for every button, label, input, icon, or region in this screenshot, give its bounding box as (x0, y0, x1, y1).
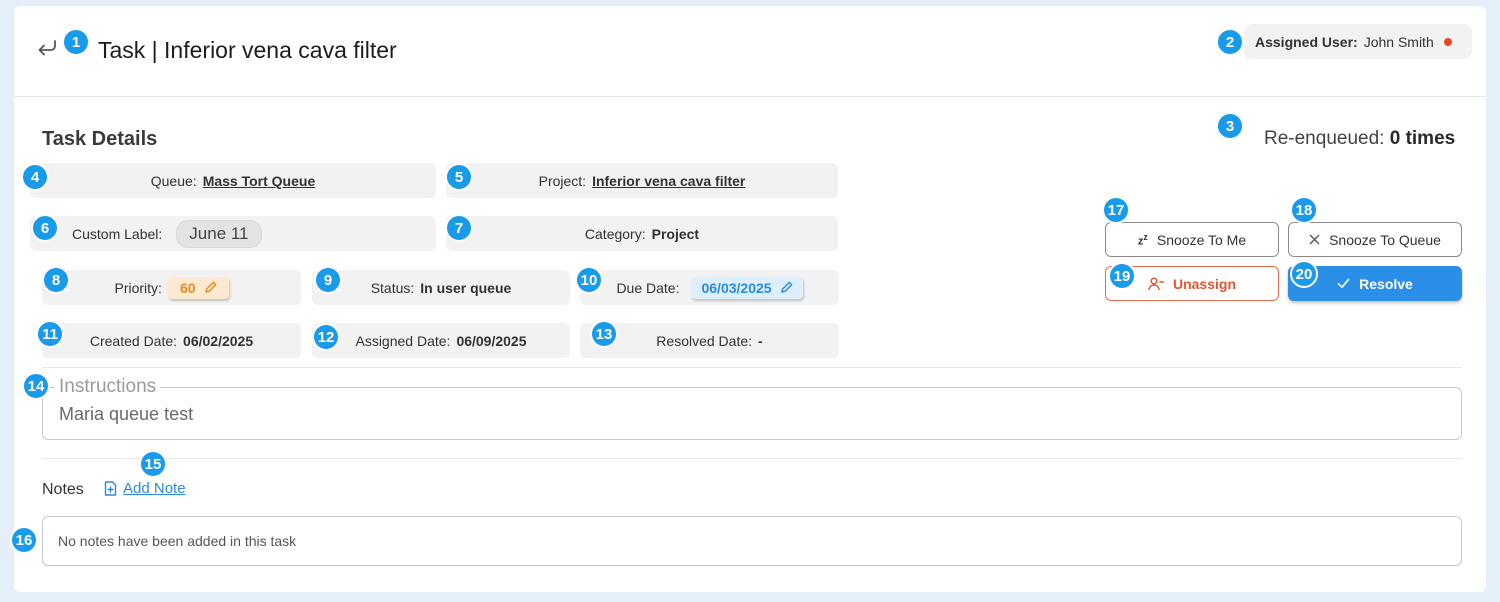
assigned-date-label: Assigned Date: (355, 332, 451, 349)
annotation-badge: 14 (22, 372, 50, 400)
assigned-user-label: Assigned User: (1255, 33, 1358, 50)
edit-pencil-icon (204, 281, 216, 293)
add-note-label: Add Note (123, 480, 186, 497)
reenqueued-label: Re-enqueued: (1264, 128, 1385, 149)
resolved-date-label: Resolved Date: (656, 332, 753, 349)
custom-label-label: Custom Label: (72, 225, 163, 242)
status-dot-icon (1443, 37, 1452, 46)
snooze-to-me-label: Snooze To Me (1156, 231, 1247, 248)
annotation-badge: 3 (1216, 112, 1244, 140)
annotation-badge: 15 (139, 450, 167, 478)
annotation-badge: 20 (1290, 260, 1318, 288)
annotation-badge: 7 (445, 214, 473, 242)
section-title: Task Details (42, 128, 158, 150)
back-arrow-icon[interactable] (36, 36, 58, 58)
reenqueued-value: 0 times (1389, 128, 1456, 149)
add-document-icon (104, 481, 117, 496)
queue-link[interactable]: Mass Tort Queue (203, 173, 316, 189)
category-field: Category: Project (446, 216, 838, 251)
user-remove-icon (1148, 277, 1164, 290)
instructions-field: Instructions Maria queue test (42, 376, 1462, 440)
resolved-date-field: Resolved Date: - (580, 323, 839, 358)
annotation-badge: 12 (312, 323, 340, 351)
queue-field: Queue: Mass Tort Queue (30, 163, 436, 198)
snooze-to-queue-label: Snooze To Queue (1329, 231, 1441, 248)
page-title: Task | Inferior vena cava filter (98, 37, 397, 63)
priority-value: 60 (179, 279, 196, 296)
project-label: Project: (538, 172, 587, 189)
queue-label: Queue: (150, 172, 197, 189)
unassign-label: Unassign (1172, 275, 1236, 292)
assigned-user-name: John Smith (1363, 33, 1434, 50)
snooze-to-queue-button[interactable]: Snooze To Queue (1288, 222, 1462, 257)
priority-pill[interactable]: 60 (167, 276, 229, 299)
annotation-badge: 5 (445, 163, 473, 191)
snooze-to-me-button[interactable]: zz Snooze To Me (1105, 222, 1279, 257)
annotation-badge: 11 (36, 320, 64, 348)
annotation-badge: 4 (21, 163, 49, 191)
created-date-value: 06/02/2025 (183, 332, 254, 349)
priority-field: Priority: 60 (42, 270, 301, 305)
project-link[interactable]: Inferior vena cava filter (592, 173, 745, 189)
instructions-legend: Instructions (55, 376, 161, 398)
notes-label: Notes (42, 481, 84, 498)
notes-empty-text: No notes have been added in this task (58, 533, 297, 549)
reenqueued-count: Re-enqueued: 0 times (1264, 128, 1455, 150)
annotation-badge: 16 (10, 526, 38, 554)
created-date-label: Created Date: (89, 332, 178, 349)
annotation-badge: 6 (31, 214, 59, 242)
notes-list: No notes have been added in this task (42, 516, 1462, 566)
due-date-field: Due Date: 06/03/2025 (580, 270, 839, 305)
category-label: Category: (584, 225, 646, 242)
annotation-badge: 2 (1216, 28, 1244, 56)
annotation-badge: 17 (1102, 196, 1130, 224)
annotation-badge: 9 (314, 266, 342, 294)
annotation-badge: 19 (1108, 262, 1136, 290)
assigned-date-field: Assigned Date: 06/09/2025 (312, 323, 570, 358)
annotation-badge: 1 (62, 28, 90, 56)
annotation-badge: 18 (1290, 196, 1318, 224)
add-note-link[interactable]: Add Note (104, 480, 186, 497)
custom-label-chip[interactable]: June 11 (176, 219, 262, 248)
snooze-zz-icon: zz (1137, 231, 1148, 248)
details-divider (42, 367, 1462, 368)
due-date-label: Due Date: (616, 279, 680, 296)
custom-label-field: Custom Label: June 11 (30, 216, 436, 251)
annotation-badge: 10 (575, 266, 603, 294)
created-date-field: Created Date: 06/02/2025 (42, 323, 301, 358)
check-icon (1337, 278, 1350, 288)
annotation-badge: 8 (42, 266, 70, 294)
resolve-label: Resolve (1359, 275, 1413, 292)
assigned-user-chip: Assigned User: John Smith (1244, 24, 1472, 59)
status-label: Status: (370, 279, 415, 296)
status-value: In user queue (420, 279, 512, 296)
resolved-date-value: - (758, 332, 763, 349)
annotation-badge: 13 (590, 320, 618, 348)
instructions-value: Maria queue test (59, 404, 194, 424)
due-date-pill[interactable]: 06/03/2025 (691, 276, 803, 299)
due-date-value: 06/03/2025 (701, 279, 772, 296)
edit-pencil-icon (780, 281, 792, 293)
instructions-divider (42, 458, 1462, 459)
priority-label: Priority: (114, 279, 162, 296)
header-divider (14, 96, 1486, 97)
close-x-icon (1309, 234, 1320, 245)
project-field: Project: Inferior vena cava filter (446, 163, 838, 198)
assigned-date-value: 06/09/2025 (456, 332, 527, 349)
status-field: Status: In user queue (312, 270, 570, 305)
category-value: Project (651, 225, 700, 242)
